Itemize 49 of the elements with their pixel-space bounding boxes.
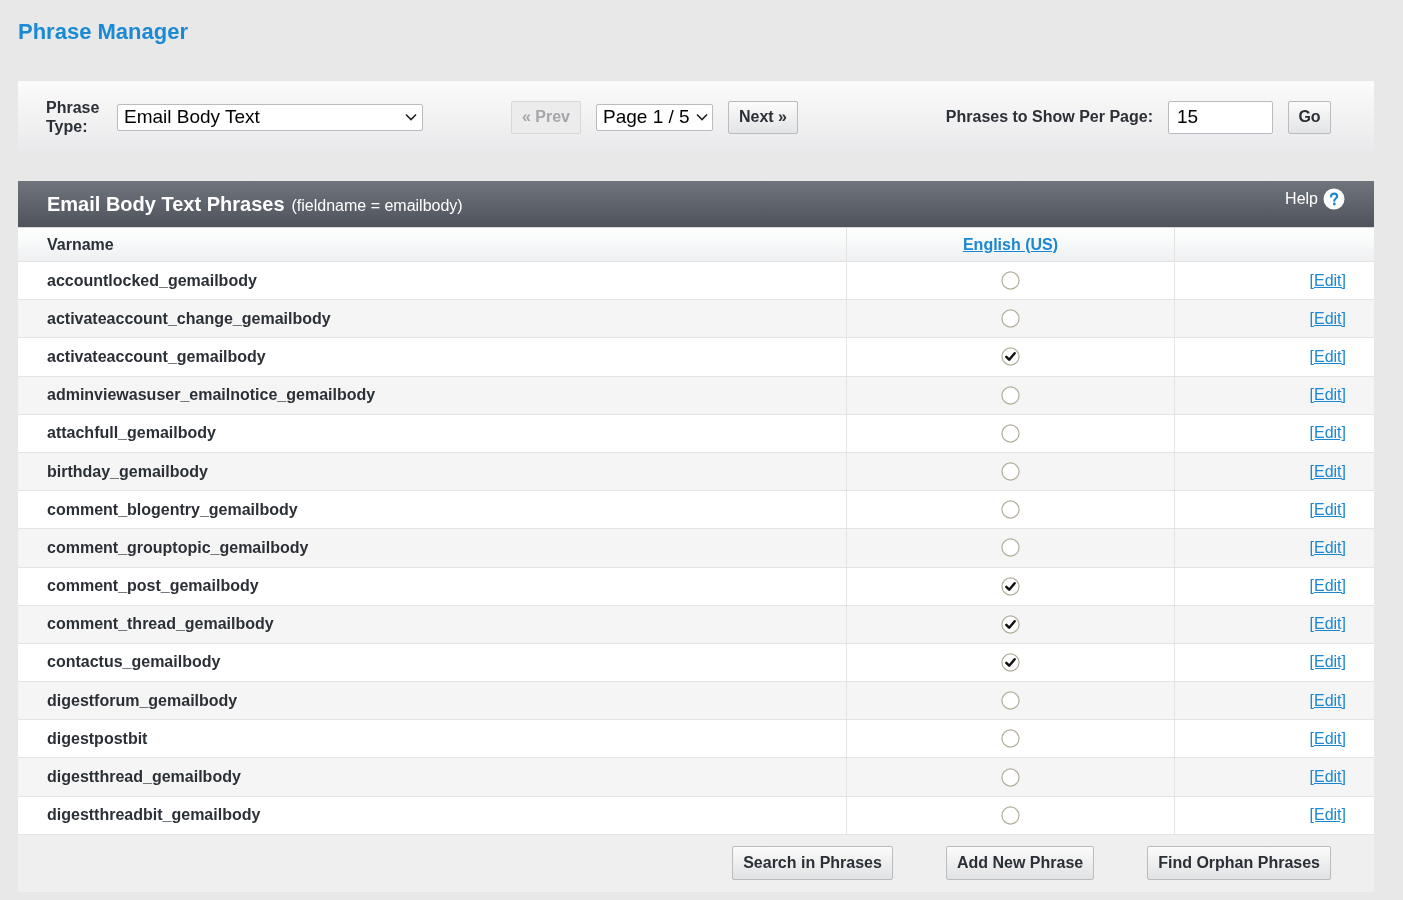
page-select[interactable]: Page 1 / 5 bbox=[596, 103, 713, 131]
phrase-type-select[interactable]: Email Body Text bbox=[117, 103, 423, 131]
varname-cell-text: contactus_gemailbody bbox=[47, 652, 221, 673]
edit-link[interactable]: [Edit] bbox=[1309, 803, 1346, 828]
language-column-link[interactable]: English (US) bbox=[962, 232, 1059, 257]
varname-cell-text: activateaccount_gemailbody bbox=[47, 346, 266, 367]
edit-link[interactable]: [Edit] bbox=[1309, 726, 1346, 751]
help-icon[interactable] bbox=[1323, 188, 1345, 210]
edit-link[interactable]: [Edit] bbox=[1309, 574, 1346, 599]
edit-link[interactable]: [Edit] bbox=[1309, 765, 1346, 790]
edit-link[interactable]: [Edit] bbox=[1309, 306, 1346, 331]
varname-cell-text: digestforum_gemailbody bbox=[47, 690, 238, 711]
varname-cell-text: activateaccount_change_gemailbody bbox=[47, 308, 331, 329]
varname-cell-text: attachfull_gemailbody bbox=[47, 423, 216, 444]
edit-link[interactable]: [Edit] bbox=[1309, 421, 1346, 446]
varname-cell-text: comment_blogentry_gemailbody bbox=[47, 499, 298, 520]
edit-link[interactable]: [Edit] bbox=[1309, 344, 1346, 369]
edit-link[interactable]: [Edit] bbox=[1309, 535, 1346, 560]
varname-cell-text: comment_thread_gemailbody bbox=[47, 614, 274, 635]
edit-link[interactable]: [Edit] bbox=[1309, 383, 1346, 408]
column-header: Varname bbox=[47, 234, 114, 255]
phrase-type-label: Phrase Type: bbox=[46, 98, 101, 136]
table-title: Email Body Text Phrases bbox=[47, 192, 285, 217]
page-title: Phrase Manager bbox=[18, 18, 188, 46]
varname-cell-text: comment_post_gemailbody bbox=[47, 576, 259, 597]
edit-link[interactable]: [Edit] bbox=[1309, 688, 1346, 713]
edit-link[interactable]: [Edit] bbox=[1309, 612, 1346, 637]
go-button[interactable]: Go bbox=[1288, 100, 1331, 134]
varname-cell-text: digestthreadbit_gemailbody bbox=[47, 805, 261, 826]
per-page-input[interactable]: 15 bbox=[1168, 100, 1273, 134]
edit-link[interactable]: [Edit] bbox=[1309, 650, 1346, 675]
help-link[interactable]: Help bbox=[1285, 187, 1318, 211]
footer-button[interactable]: Add New Phrase bbox=[945, 846, 1095, 881]
table-subtitle: (fieldname = emailbody) bbox=[291, 196, 463, 216]
next-button[interactable]: Next » bbox=[728, 100, 798, 134]
edit-link[interactable]: [Edit] bbox=[1309, 497, 1346, 522]
edit-link[interactable]: [Edit] bbox=[1309, 268, 1346, 293]
varname-cell-text: adminviewasuser_emailnotice_gemailbody bbox=[47, 385, 376, 406]
varname-cell-text: digestthread_gemailbody bbox=[47, 767, 241, 788]
footer-button[interactable]: Find Orphan Phrases bbox=[1147, 846, 1331, 881]
footer-button[interactable]: Search in Phrases bbox=[732, 846, 893, 881]
varname-cell-text: digestpostbit bbox=[47, 728, 148, 749]
per-page-label: Phrases to Show Per Page: bbox=[945, 107, 1153, 127]
edit-link[interactable]: [Edit] bbox=[1309, 459, 1346, 484]
varname-cell-text: birthday_gemailbody bbox=[47, 461, 208, 482]
chevron-down-icon bbox=[405, 113, 417, 121]
varname-cell-text: comment_grouptopic_gemailbody bbox=[47, 537, 309, 558]
varname-cell-text: accountlocked_gemailbody bbox=[47, 270, 257, 291]
chevron-down-icon bbox=[696, 113, 708, 121]
